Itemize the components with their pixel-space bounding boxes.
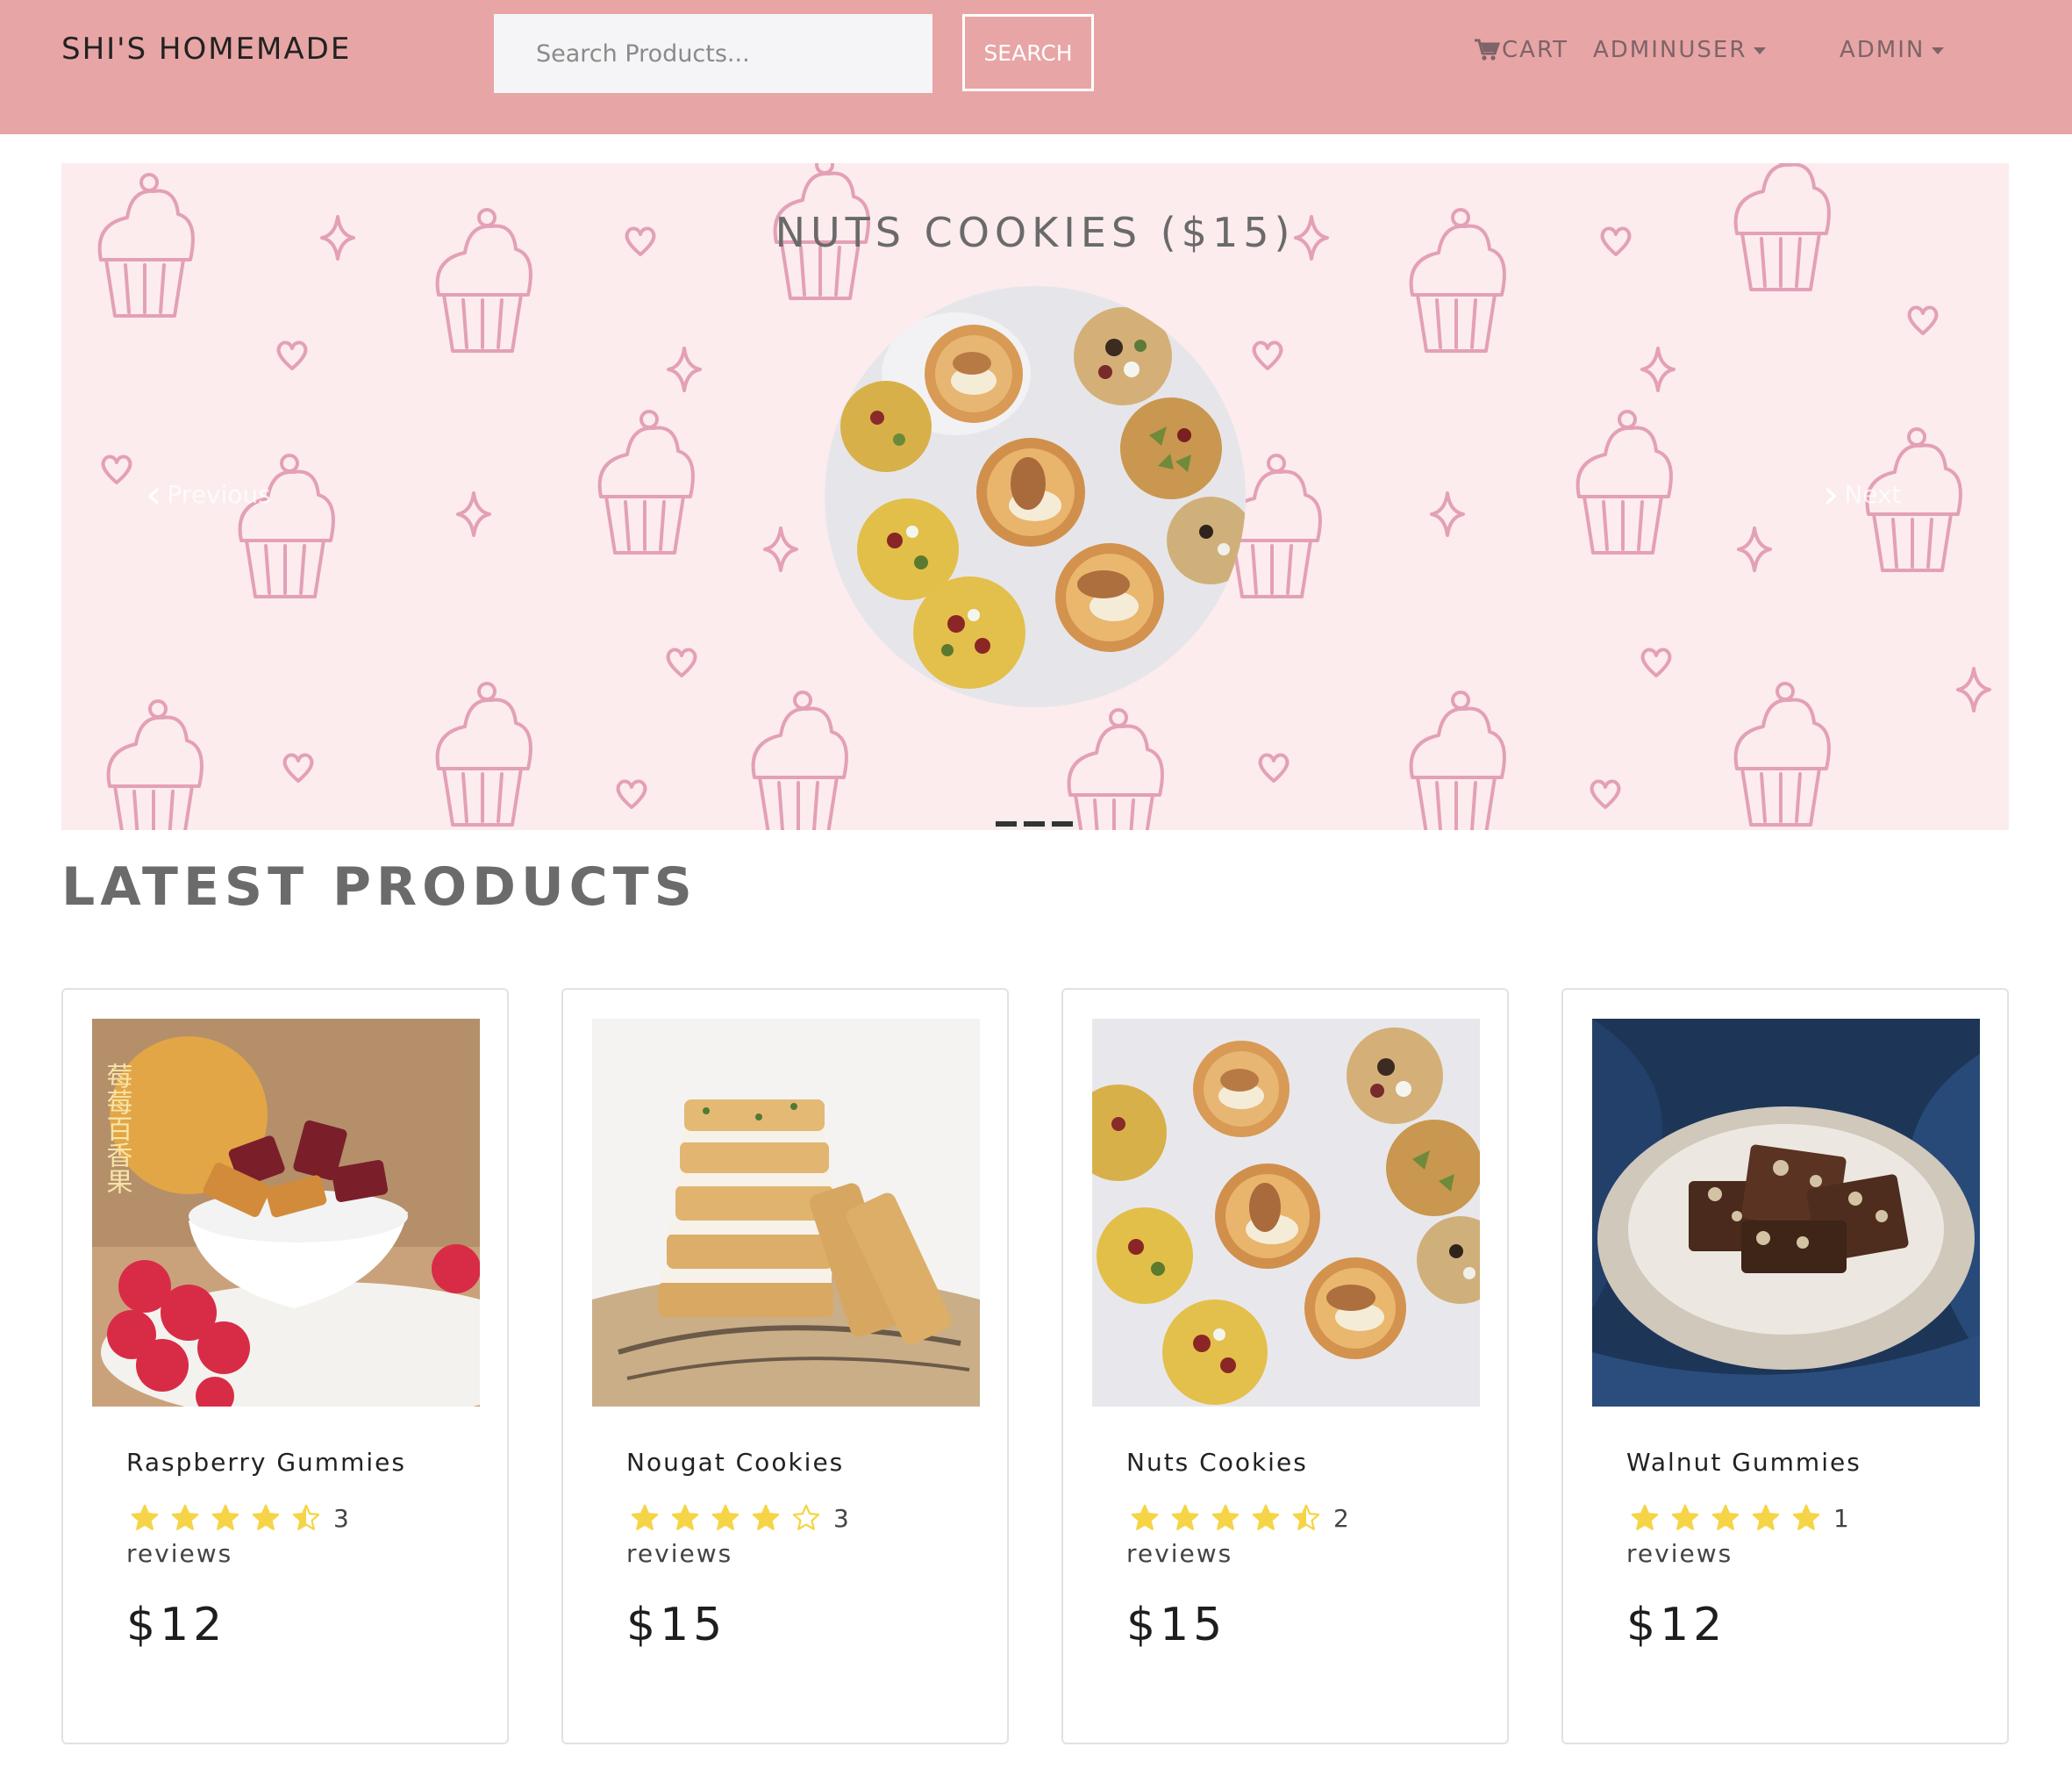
product-card[interactable]: Nougat Cookies 3 reviews $15 bbox=[561, 988, 1009, 1744]
star-full-icon bbox=[1671, 1504, 1699, 1530]
search-button[interactable]: SEARCH bbox=[962, 14, 1094, 91]
product-card[interactable]: Nuts Cookies 2 reviews $15 bbox=[1061, 988, 1509, 1744]
carousel-indicators bbox=[994, 820, 1075, 828]
product-rating: 3 bbox=[130, 1503, 349, 1533]
star-half-icon bbox=[292, 1504, 320, 1530]
brand-logo[interactable]: SHI'S HOMEMADE bbox=[61, 32, 351, 67]
product-card[interactable]: Walnut Gummies 1 reviews $12 bbox=[1561, 988, 2009, 1744]
product-rating: 2 bbox=[1130, 1503, 1349, 1533]
cart-icon bbox=[1475, 39, 1500, 61]
search-input[interactable] bbox=[494, 14, 932, 93]
review-label: reviews bbox=[626, 1539, 733, 1568]
caret-down-icon bbox=[1932, 47, 1945, 54]
star-full-icon bbox=[1171, 1504, 1199, 1530]
user-dropdown[interactable]: ADMINUSER bbox=[1593, 37, 1767, 63]
star-full-icon bbox=[752, 1504, 780, 1530]
star-full-icon bbox=[671, 1504, 699, 1530]
star-full-icon bbox=[1252, 1504, 1280, 1530]
carousel-indicator-3[interactable] bbox=[1050, 820, 1075, 828]
star-empty-icon bbox=[792, 1504, 820, 1530]
product-image[interactable] bbox=[1592, 1019, 1980, 1407]
navbar: SHI'S HOMEMADE SEARCH CART ADMINUSER ADM… bbox=[0, 0, 2072, 134]
star-full-icon bbox=[631, 1504, 659, 1530]
star-full-icon bbox=[252, 1504, 280, 1530]
review-count: 3 bbox=[833, 1503, 849, 1533]
cart-label: CART bbox=[1502, 37, 1568, 63]
star-full-icon bbox=[171, 1504, 199, 1530]
product-name[interactable]: Raspberry Gummies bbox=[126, 1448, 406, 1477]
review-count: 3 bbox=[333, 1503, 349, 1533]
admin-dropdown[interactable]: ADMIN bbox=[1840, 37, 1945, 63]
carousel-indicator-1[interactable] bbox=[994, 820, 1018, 828]
chevron-left-icon: ‹ bbox=[146, 470, 162, 518]
carousel-indicator-2[interactable] bbox=[1022, 820, 1047, 828]
review-count: 2 bbox=[1333, 1503, 1349, 1533]
caret-down-icon bbox=[1754, 47, 1767, 54]
star-full-icon bbox=[1792, 1504, 1820, 1530]
star-full-icon bbox=[1631, 1504, 1659, 1530]
product-carousel: NUTS COOKIES ($15) ‹ Previous › Next bbox=[61, 163, 2009, 830]
product-image[interactable] bbox=[1092, 1019, 1480, 1407]
cart-link[interactable]: CART bbox=[1474, 37, 1568, 63]
product-image[interactable] bbox=[592, 1019, 980, 1407]
product-image[interactable]: 莓莓百香果 bbox=[92, 1019, 480, 1407]
chevron-right-icon: › bbox=[1823, 470, 1840, 518]
product-rating: 1 bbox=[1630, 1503, 1849, 1533]
review-label: reviews bbox=[1626, 1539, 1733, 1568]
product-name[interactable]: Walnut Gummies bbox=[1626, 1448, 1861, 1477]
star-full-icon bbox=[1211, 1504, 1240, 1530]
carousel-caption[interactable]: NUTS COOKIES ($15) bbox=[61, 209, 2009, 256]
carousel-next-label: Next bbox=[1844, 479, 1902, 509]
star-full-icon bbox=[1752, 1504, 1780, 1530]
image-label-text: 莓莓百香果 bbox=[102, 1063, 132, 1194]
admin-label: ADMIN bbox=[1840, 37, 1926, 63]
svg-text:莓莓百香果: 莓莓百香果 bbox=[102, 1063, 132, 1194]
star-full-icon bbox=[711, 1504, 739, 1530]
star-full-icon bbox=[131, 1504, 159, 1530]
product-price: $12 bbox=[1626, 1599, 1727, 1651]
section-title: LATEST PRODUCTS bbox=[61, 856, 697, 918]
carousel-previous-label: Previous bbox=[167, 479, 271, 509]
carousel-next-control[interactable]: › Next bbox=[1818, 470, 1902, 518]
review-label: reviews bbox=[126, 1539, 233, 1568]
product-name[interactable]: Nuts Cookies bbox=[1126, 1448, 1308, 1477]
product-name[interactable]: Nougat Cookies bbox=[626, 1448, 844, 1477]
product-price: $15 bbox=[1126, 1599, 1227, 1651]
product-card[interactable]: 莓莓百香果 Raspberry Gummies 3 reviews $12 bbox=[61, 988, 509, 1744]
star-full-icon bbox=[1711, 1504, 1740, 1530]
review-count: 1 bbox=[1833, 1503, 1849, 1533]
carousel-product-image[interactable] bbox=[825, 286, 1246, 707]
carousel-previous-control[interactable]: ‹ Previous bbox=[140, 470, 271, 518]
product-rating: 3 bbox=[630, 1503, 849, 1533]
review-label: reviews bbox=[1126, 1539, 1233, 1568]
product-price: $15 bbox=[626, 1599, 727, 1651]
star-full-icon bbox=[1131, 1504, 1159, 1530]
star-half-icon bbox=[1292, 1504, 1320, 1530]
star-full-icon bbox=[211, 1504, 239, 1530]
user-label: ADMINUSER bbox=[1593, 37, 1747, 63]
product-price: $12 bbox=[126, 1599, 227, 1651]
